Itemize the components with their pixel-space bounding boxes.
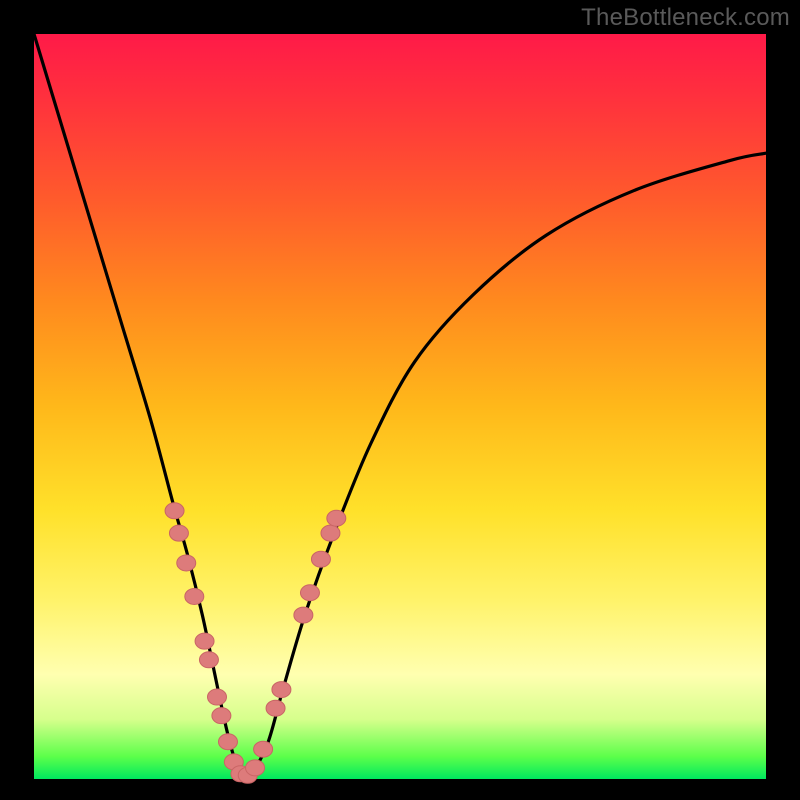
marker-point <box>195 633 214 649</box>
marker-point <box>218 734 237 750</box>
marker-point <box>266 700 285 716</box>
marker-point <box>294 607 313 623</box>
marker-point <box>208 689 227 705</box>
marker-point <box>246 760 265 776</box>
highlighted-points <box>165 503 346 783</box>
marker-point <box>199 652 218 668</box>
plot-area <box>34 34 766 779</box>
watermark-text: TheBottleneck.com <box>581 4 790 32</box>
marker-point <box>169 525 188 541</box>
marker-point <box>300 585 319 601</box>
chart-frame: TheBottleneck.com <box>0 0 800 800</box>
curve-svg <box>34 34 766 779</box>
marker-point <box>212 708 231 724</box>
marker-point <box>327 510 346 526</box>
marker-point <box>165 503 184 519</box>
marker-point <box>254 741 273 757</box>
marker-point <box>177 555 196 571</box>
marker-point <box>185 588 204 604</box>
bottleneck-curve <box>34 34 766 779</box>
marker-point <box>272 682 291 698</box>
marker-point <box>321 525 340 541</box>
marker-point <box>311 551 330 567</box>
